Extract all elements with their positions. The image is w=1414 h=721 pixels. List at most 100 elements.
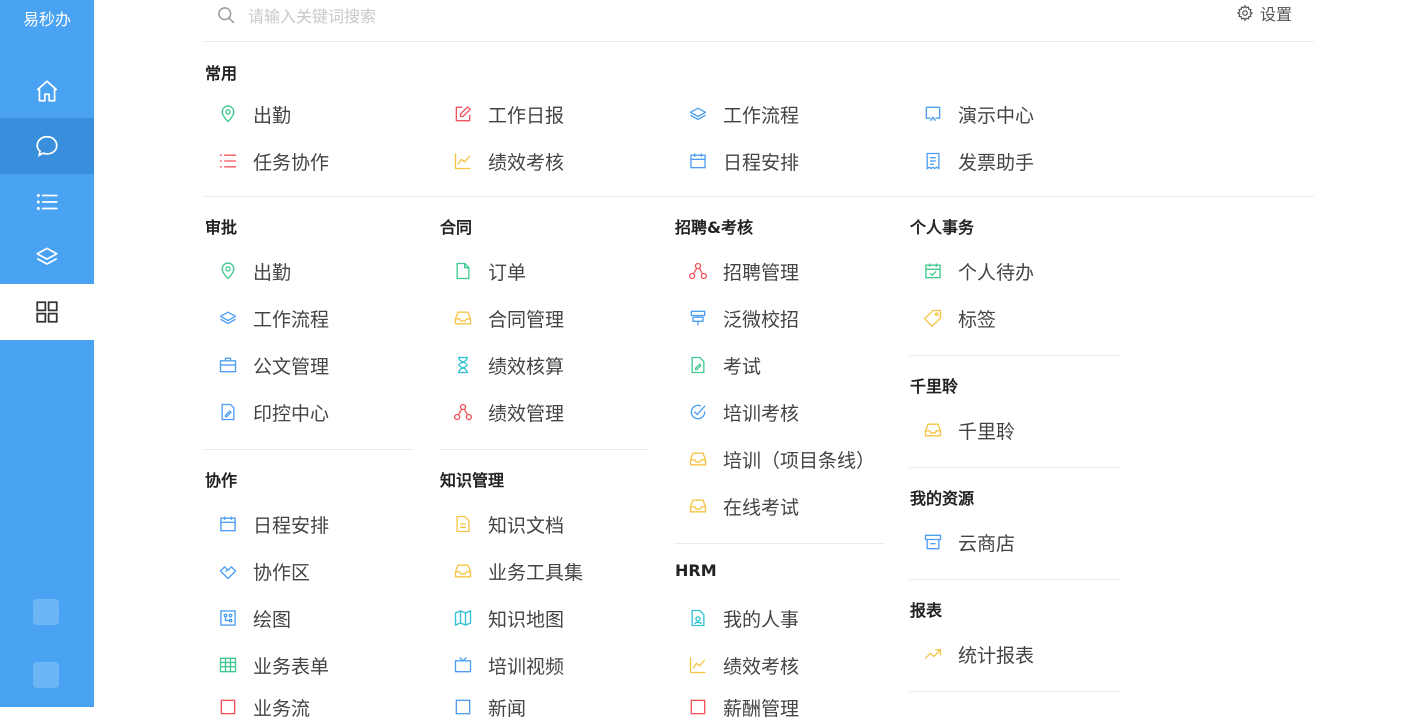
section-title-reports: 报表 — [910, 597, 942, 621]
list-icon — [218, 151, 238, 171]
divider — [909, 355, 1119, 356]
sidebar-bottom-button[interactable] — [33, 599, 59, 625]
inbox-icon — [688, 496, 708, 516]
handshake-icon — [218, 561, 238, 581]
menu-item[interactable]: 订单 — [439, 257, 526, 285]
network-icon — [453, 402, 473, 422]
menu-item[interactable]: 新闻 — [439, 693, 526, 721]
menu-item[interactable]: 培训视频 — [439, 651, 564, 679]
network-icon — [688, 261, 708, 281]
section-title-knowledge: 知识管理 — [440, 467, 504, 491]
layers-icon — [34, 244, 60, 270]
menu-item[interactable]: 出勤 — [204, 257, 291, 285]
menu-item[interactable]: 培训（项目条线） — [674, 445, 875, 473]
section-title-collab: 协作 — [205, 467, 237, 491]
chat-icon — [34, 133, 60, 159]
home-icon — [34, 78, 60, 104]
menu-item[interactable]: 演示中心 — [909, 100, 1034, 128]
menu-item[interactable]: 绩效考核 — [674, 651, 799, 679]
menu-item[interactable]: 知识文档 — [439, 510, 564, 538]
menu-item[interactable]: 绩效核算 — [439, 351, 564, 379]
menu-item[interactable]: 绘图 — [204, 604, 291, 632]
menu-item[interactable]: 发票助手 — [909, 147, 1034, 175]
menu-item[interactable]: 日程安排 — [204, 510, 329, 538]
sidebar-item-apps[interactable] — [0, 284, 94, 340]
layers-icon — [688, 104, 708, 124]
exam-icon — [688, 355, 708, 375]
menu-item[interactable]: 绩效管理 — [439, 398, 564, 426]
user-file-icon — [688, 608, 708, 628]
chart-line-icon — [453, 151, 473, 171]
menu-item[interactable]: 业务工具集 — [439, 557, 583, 585]
menu-item[interactable]: 我的人事 — [674, 604, 799, 632]
divider — [204, 196, 1314, 197]
menu-item[interactable]: 工作日报 — [439, 100, 564, 128]
location-icon — [218, 104, 238, 124]
menu-item[interactable]: 泛微校招 — [674, 304, 799, 332]
menu-item[interactable]: 印控中心 — [204, 398, 329, 426]
menu-item[interactable]: 任务协作 — [204, 147, 329, 175]
menu-item[interactable]: 个人待办 — [909, 257, 1034, 285]
menu-item[interactable]: 业务表单 — [204, 651, 329, 679]
calendar-icon — [218, 514, 238, 534]
section-title-common: 常用 — [205, 60, 237, 84]
settings-button[interactable]: 设置 — [1236, 1, 1292, 25]
divider — [909, 691, 1119, 692]
calendar-icon — [688, 151, 708, 171]
menu-item[interactable]: 薪酬管理 — [674, 693, 799, 721]
sidebar-item-home[interactable] — [0, 63, 94, 119]
menu-item[interactable]: 公文管理 — [204, 351, 329, 379]
menu-item[interactable]: 考试 — [674, 351, 761, 379]
sidebar-item-layers[interactable] — [0, 229, 94, 285]
presentation-icon — [923, 104, 943, 124]
inbox-icon — [688, 449, 708, 469]
top-bar: 设置 — [204, 0, 1314, 42]
divider — [674, 543, 884, 544]
inbox-icon — [453, 561, 473, 581]
list-icon — [34, 189, 60, 215]
map-icon — [453, 608, 473, 628]
menu-item[interactable]: 在线考试 — [674, 492, 799, 520]
hourglass-icon — [453, 355, 473, 375]
menu-item[interactable]: 出勤 — [204, 100, 291, 128]
menu-item[interactable]: 业务流 — [204, 693, 310, 721]
menu-item[interactable]: 工作流程 — [204, 304, 329, 332]
sidebar-bottom-button[interactable] — [33, 662, 59, 688]
menu-item[interactable]: 标签 — [909, 304, 996, 332]
divider — [439, 449, 649, 450]
menu-item[interactable]: 协作区 — [204, 557, 310, 585]
settings-label: 设置 — [1260, 1, 1292, 25]
search-input[interactable] — [246, 3, 650, 29]
section-title-personal: 个人事务 — [910, 214, 974, 238]
section-title-approval: 审批 — [205, 214, 237, 238]
tag-icon — [923, 308, 943, 328]
tv-icon — [453, 655, 473, 675]
sidebar-item-chat[interactable] — [0, 118, 94, 174]
briefcase-icon — [218, 355, 238, 375]
menu-item[interactable]: 绩效考核 — [439, 147, 564, 175]
signpost-icon — [688, 308, 708, 328]
section-title-recruit: 招聘&考核 — [675, 214, 753, 238]
menu-item[interactable]: 合同管理 — [439, 304, 564, 332]
menu-item[interactable]: 日程安排 — [674, 147, 799, 175]
trend-up-icon — [923, 644, 943, 664]
location-icon — [218, 261, 238, 281]
sidebar-item-list[interactable] — [0, 174, 94, 230]
menu-item[interactable]: 培训考核 — [674, 398, 799, 426]
search-icon — [216, 5, 236, 25]
menu-item[interactable]: 招聘管理 — [674, 257, 799, 285]
section-title-hrm: HRM — [675, 561, 717, 580]
chart-line-icon — [688, 655, 708, 675]
document-icon — [453, 514, 473, 534]
menu-item[interactable]: 知识地图 — [439, 604, 564, 632]
menu-item[interactable]: 千里聆 — [909, 416, 1015, 444]
menu-item[interactable]: 统计报表 — [909, 640, 1034, 668]
gear-icon — [1236, 4, 1254, 22]
grid-icon — [34, 299, 60, 325]
section-title-contract: 合同 — [440, 214, 472, 238]
inbox-icon — [923, 420, 943, 440]
calendar-check-icon — [923, 261, 943, 281]
menu-item[interactable]: 云商店 — [909, 528, 1015, 556]
menu-item[interactable]: 工作流程 — [674, 100, 799, 128]
table-icon — [218, 655, 238, 675]
